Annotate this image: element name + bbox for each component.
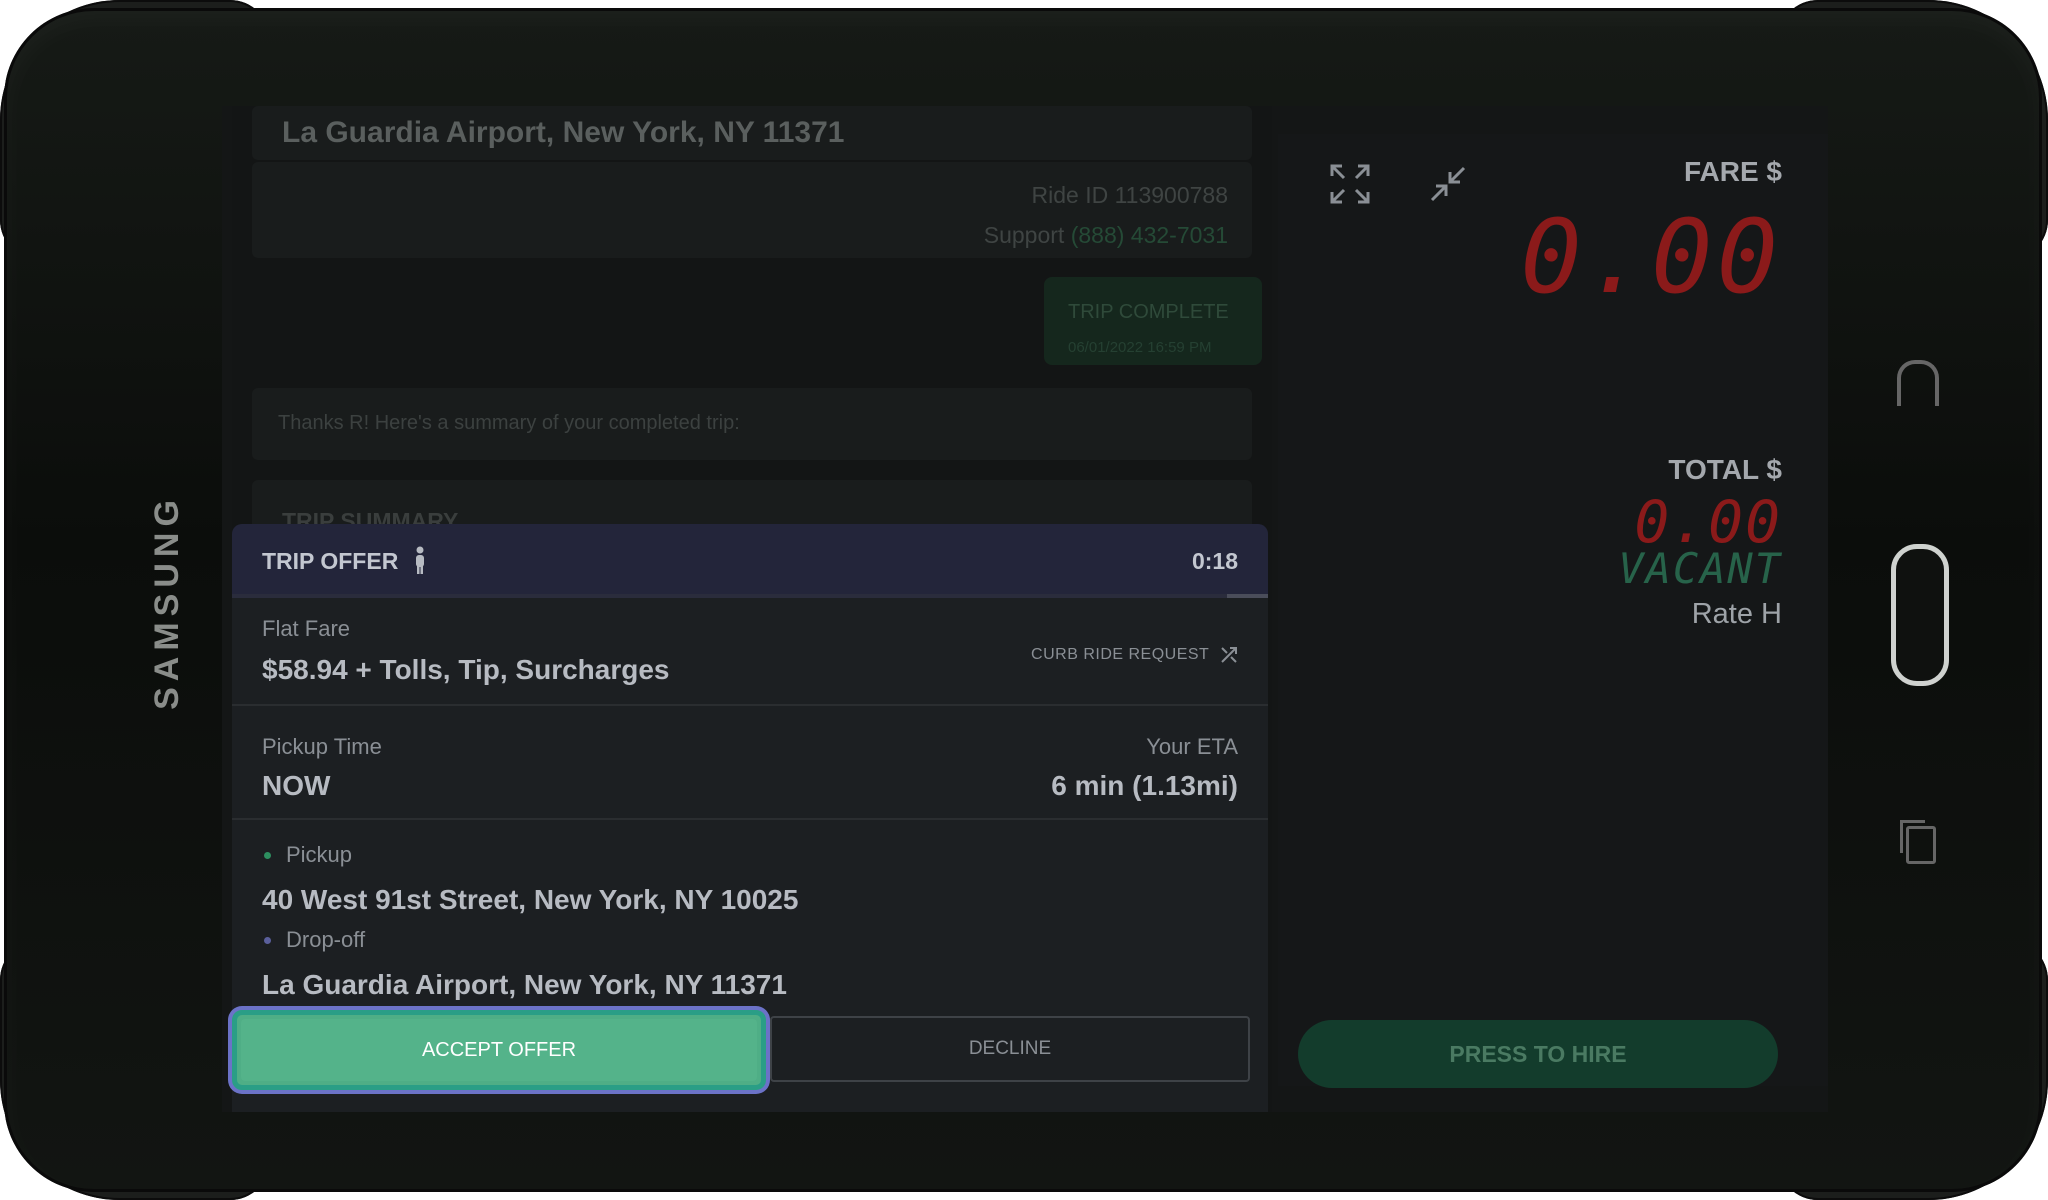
pickup-time-label: Pickup Time bbox=[262, 734, 382, 759]
offer-title: TRIP OFFER bbox=[262, 548, 399, 574]
trip-complete-date: 06/01/2022 16:59 PM bbox=[1068, 339, 1212, 356]
ride-info-card: Ride ID 113900788 Support (888) 432-7031 bbox=[252, 162, 1252, 258]
fare-label: Flat Fare bbox=[262, 616, 351, 641]
home-button-icon[interactable] bbox=[1891, 544, 1949, 686]
meter-fare-value: 0.00 bbox=[1520, 198, 1782, 317]
support-line: Support (888) 432-7031 bbox=[984, 222, 1228, 249]
back-button-icon[interactable] bbox=[1897, 360, 1939, 406]
thanks-message: Thanks R! Here's a summary of your compl… bbox=[278, 412, 740, 434]
ride-id: Ride ID 113900788 bbox=[1031, 182, 1229, 208]
trip-complete-bubble: TRIP COMPLETE 06/01/2022 16:59 PM bbox=[1044, 277, 1262, 365]
request-type-label: CURB RIDE REQUEST bbox=[1031, 646, 1210, 664]
dropoff-address: La Guardia Airport, New York, NY 11371 bbox=[262, 969, 787, 1000]
recent-apps-icon[interactable] bbox=[1900, 820, 1936, 864]
press-to-hire-button[interactable]: PRESS TO HIRE bbox=[1298, 1020, 1778, 1088]
eta-value: 6 min (1.13mi) bbox=[1051, 770, 1238, 801]
pickup-address: 40 West 91st Street, New York, NY 10025 bbox=[262, 884, 799, 915]
collapse-icon[interactable] bbox=[1428, 164, 1468, 204]
person-icon bbox=[416, 546, 424, 574]
curb-request-icon bbox=[1221, 647, 1237, 663]
expand-icon[interactable] bbox=[1330, 164, 1370, 204]
request-type: CURB RIDE REQUEST bbox=[1031, 646, 1238, 664]
device-brand: SAMSUNG bbox=[148, 494, 186, 710]
address-card: La Guardia Airport, New York, NY 11371 bbox=[252, 106, 1252, 160]
pickup-dot-icon bbox=[264, 852, 271, 859]
thanks-card: Thanks R! Here's a summary of your compl… bbox=[252, 388, 1252, 460]
accept-offer-button[interactable]: ACCEPT OFFER bbox=[232, 1010, 766, 1090]
fare-value: $58.94 + Tolls, Tip, Surcharges bbox=[262, 654, 670, 685]
meter-total-label: TOTAL $ bbox=[1668, 454, 1782, 485]
meter-fare-label: FARE $ bbox=[1683, 156, 1782, 187]
support-phone[interactable]: (888) 432-7031 bbox=[1071, 222, 1228, 248]
eta-label: Your ETA bbox=[1146, 734, 1238, 759]
meter-rate: Rate H bbox=[1691, 598, 1782, 630]
dropoff-label: Drop-off bbox=[286, 927, 366, 952]
pickup-time-row: Pickup Time NOW Your ETA 6 min (1.13mi) bbox=[232, 706, 1268, 820]
chat-dropoff-address: La Guardia Airport, New York, NY 11371 bbox=[282, 116, 845, 149]
pickup-time-value: NOW bbox=[262, 770, 331, 801]
meter-status: VACANT bbox=[1618, 544, 1782, 593]
fare-row: Flat Fare $58.94 + Tolls, Tip, Surcharge… bbox=[232, 598, 1268, 706]
taxi-meter-panel: FARE $ 0.00 TOTAL $ 0.00 VACANT Rate H P… bbox=[1278, 134, 1828, 1088]
route-section: Pickup 40 West 91st Street, New York, NY… bbox=[232, 820, 1268, 1020]
offer-timer: 0:18 bbox=[1191, 548, 1238, 574]
support-label: Support bbox=[983, 222, 1065, 248]
trip-complete-title: TRIP COMPLETE bbox=[1068, 301, 1229, 323]
accept-offer-label: ACCEPT OFFER bbox=[241, 1019, 757, 1081]
tablet-device: SAMSUNG La Guardia Airport, New York, NY… bbox=[0, 0, 2048, 1200]
dropoff-dot-icon bbox=[264, 937, 271, 944]
pickup-label: Pickup bbox=[286, 842, 353, 867]
offer-header: TRIP OFFER 0:18 bbox=[232, 524, 1268, 598]
decline-button[interactable]: DECLINE bbox=[770, 1016, 1250, 1082]
tablet-screen: La Guardia Airport, New York, NY 11371 R… bbox=[222, 106, 1828, 1112]
